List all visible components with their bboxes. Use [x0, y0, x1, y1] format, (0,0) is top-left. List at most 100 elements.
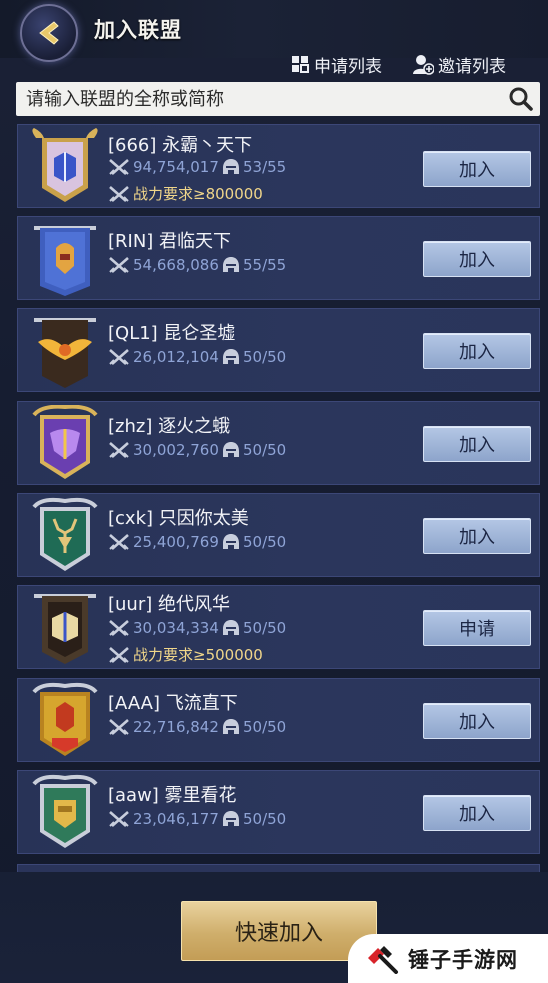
alliance-row[interactable]: [QL1] 昆仑圣墟 26,012,104 50/50 加入: [17, 308, 540, 392]
alliance-name: [AAA] 飞流直下: [108, 693, 238, 714]
members-stat: 50/50: [222, 533, 286, 551]
join-button[interactable]: 加入: [423, 333, 531, 369]
helmet-icon: [223, 534, 239, 549]
alliance-row[interactable]: [uur] 绝代风华 30,034,334 50/50 战力要求≥500000 …: [17, 585, 540, 669]
power-value: 23,046,177: [133, 810, 219, 828]
power-requirement: 战力要求≥800000: [108, 183, 263, 204]
members-value: 53/55: [243, 158, 287, 176]
members-value: 50/50: [243, 810, 287, 828]
alliance-name: [666] 永霸丶天下: [108, 135, 253, 156]
power-value: 94,754,017: [133, 158, 219, 176]
alliance-row[interactable]: [666] 永霸丶天下 94,754,017 53/55 战力要求≥800000…: [17, 124, 540, 208]
members-stat: 50/50: [222, 441, 286, 459]
power-stat: 25,400,769: [108, 533, 219, 551]
invite-list-label: 邀请列表: [438, 56, 506, 77]
power-value: 30,002,760: [133, 441, 219, 459]
gold-purple-book-shield-icon: [32, 128, 98, 202]
dark-book-banner-icon: [34, 594, 96, 664]
grid-list-icon: [292, 56, 309, 73]
power-stat: 22,716,842: [108, 718, 219, 736]
top-bar: 加入联盟: [0, 0, 548, 62]
add-user-icon: [413, 55, 434, 75]
alliance-row[interactable]: [RIN] 君临天下 54,668,086 55/55 加入: [17, 216, 540, 300]
requirement-text: 战力要求≥800000: [133, 185, 263, 203]
alliance-name: [cxk] 只因你太美: [108, 508, 249, 529]
crossed-swords-icon: [109, 257, 129, 273]
power-requirement: 战力要求≥500000: [108, 644, 263, 665]
helmet-icon: [223, 442, 239, 457]
alliance-name: [zhz] 逐火之蛾: [108, 416, 231, 437]
quick-join-button[interactable]: 快速加入: [181, 901, 377, 961]
members-stat: 50/50: [222, 810, 286, 828]
helmet-icon: [223, 719, 239, 734]
power-value: 30,034,334: [133, 619, 219, 637]
gold-scorpion-shield-icon: [32, 682, 98, 756]
alliance-row[interactable]: [AAA] 飞流直下 22,716,842 50/50 加入: [17, 678, 540, 762]
join-button[interactable]: 加入: [423, 241, 531, 277]
crossed-swords-icon: [109, 811, 129, 827]
members-stat: 55/55: [222, 256, 286, 274]
members-stat: 53/55: [222, 158, 286, 176]
crossed-swords-icon: [109, 442, 129, 458]
power-value: 25,400,769: [133, 533, 219, 551]
members-stat: 50/50: [222, 619, 286, 637]
helmet-icon: [223, 620, 239, 635]
back-button[interactable]: [20, 4, 78, 62]
join-button[interactable]: 加入: [423, 518, 531, 554]
helmet-icon: [223, 349, 239, 364]
alliance-row[interactable]: [zhz] 逐火之蛾 30,002,760 50/50 加入: [17, 401, 540, 485]
helmet-icon: [223, 257, 239, 272]
alliance-name: [QL1] 昆仑圣墟: [108, 323, 236, 344]
crossed-swords-icon: [109, 534, 129, 550]
members-value: 50/50: [243, 619, 287, 637]
search-input[interactable]: [16, 82, 496, 116]
page-title: 加入联盟: [94, 18, 182, 42]
join-button[interactable]: 加入: [423, 426, 531, 462]
alliance-row[interactable]: [cxk] 只因你太美 25,400,769 50/50 加入: [17, 493, 540, 577]
crossed-swords-icon: [109, 719, 129, 735]
watermark-text: 锤子手游网: [408, 947, 518, 972]
crossed-swords-icon: [109, 159, 129, 175]
members-value: 55/55: [243, 256, 287, 274]
blue-banner-knight-icon: [34, 226, 96, 296]
apply-button[interactable]: 申请: [423, 610, 531, 646]
alliance-name: [aaw] 雾里看花: [108, 785, 237, 806]
watermark: 锤子手游网: [348, 934, 548, 983]
back-arrow-icon: [39, 21, 59, 45]
join-button[interactable]: 加入: [423, 151, 531, 187]
helmet-icon: [223, 159, 239, 174]
power-value: 54,668,086: [133, 256, 219, 274]
crossed-swords-icon: [109, 646, 129, 663]
crossed-swords-icon: [109, 620, 129, 636]
power-stat: 26,012,104: [108, 348, 219, 366]
partial-alliance-row: [17, 864, 540, 872]
helmet-icon: [223, 811, 239, 826]
power-stat: 30,002,760: [108, 441, 219, 459]
apply-list-label: 申请列表: [314, 56, 382, 77]
requirement-text: 战力要求≥500000: [133, 646, 263, 664]
crossed-swords-icon: [109, 349, 129, 365]
hammer-logo-icon: [368, 945, 398, 974]
join-button[interactable]: 加入: [423, 795, 531, 831]
power-value: 26,012,104: [133, 348, 219, 366]
green-stag-shield-icon: [32, 497, 98, 571]
search-icon[interactable]: [508, 86, 534, 112]
members-value: 50/50: [243, 718, 287, 736]
alliance-name: [uur] 绝代风华: [108, 594, 230, 615]
alliance-row[interactable]: [aaw] 雾里看花 23,046,177 50/50 加入: [17, 770, 540, 854]
apply-list-button[interactable]: 申请列表: [290, 52, 382, 77]
members-value: 50/50: [243, 533, 287, 551]
power-stat: 54,668,086: [108, 256, 219, 274]
members-value: 50/50: [243, 441, 287, 459]
power-stat: 23,046,177: [108, 810, 219, 828]
alliance-name: [RIN] 君临天下: [108, 231, 232, 252]
search-bar: [16, 82, 540, 116]
members-value: 50/50: [243, 348, 287, 366]
power-stat: 94,754,017: [108, 158, 219, 176]
power-stat: 30,034,334: [108, 619, 219, 637]
crossed-swords-icon: [109, 185, 129, 202]
join-button[interactable]: 加入: [423, 703, 531, 739]
dark-winged-phoenix-icon: [34, 318, 96, 388]
power-value: 22,716,842: [133, 718, 219, 736]
invite-list-button[interactable]: 邀请列表: [412, 52, 506, 77]
